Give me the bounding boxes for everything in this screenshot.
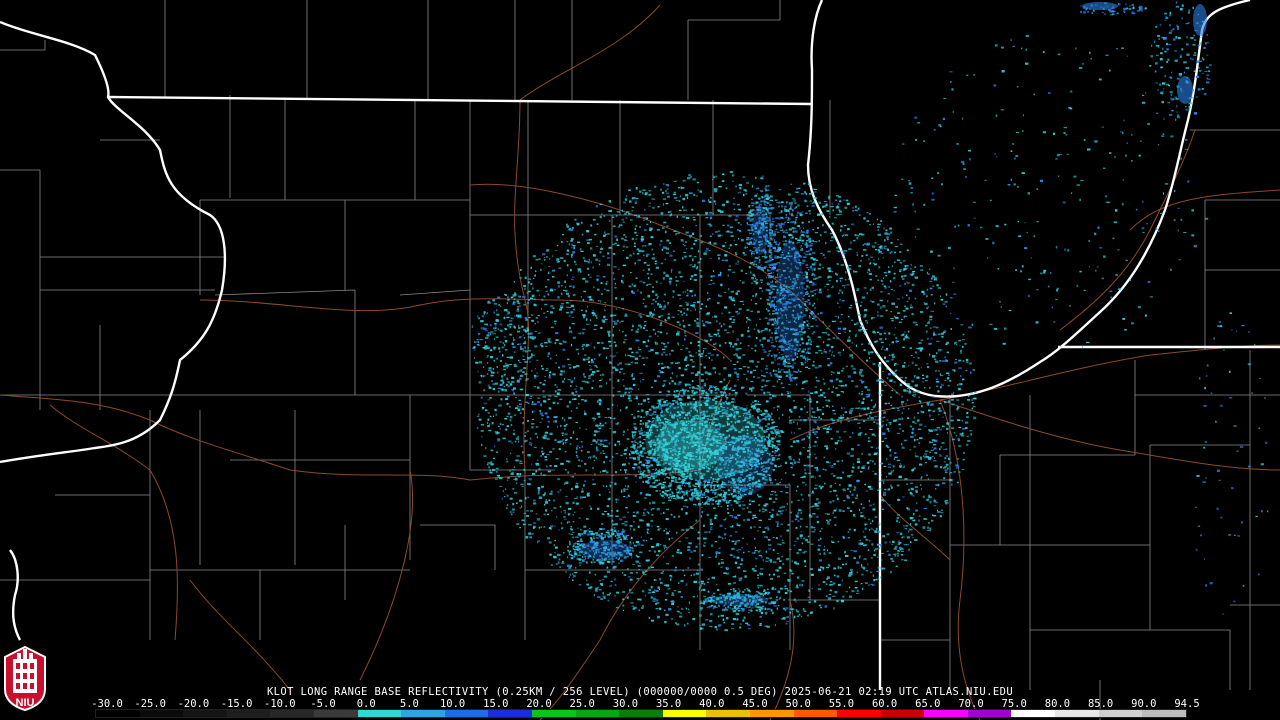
colorbar-segment (880, 710, 925, 717)
colorbar-segment (444, 710, 489, 717)
radar-site-marker (735, 393, 749, 407)
colorbar-segment (357, 710, 402, 717)
colorbar-segment (1142, 710, 1186, 717)
colorbar-segment (749, 710, 794, 717)
colorbar-segment (531, 710, 576, 717)
colorbar-segment (226, 710, 271, 717)
colorbar-segment (96, 710, 140, 717)
colorbar-segment (313, 710, 358, 717)
colorbar-segment (619, 710, 663, 717)
colorbar-segment (837, 710, 881, 717)
colorbar-segment (488, 710, 532, 717)
colorbar-segment (662, 710, 707, 717)
colorbar-segment (924, 710, 968, 717)
colorbar-segment (401, 710, 445, 717)
colorbar-segment (1055, 710, 1099, 717)
colorbar (95, 709, 1187, 718)
product-caption: KLOT LONG RANGE BASE REFLECTIVITY (0.25K… (266, 686, 1014, 698)
colorbar-segment (575, 710, 620, 717)
colorbar-segment (1011, 710, 1056, 717)
colorbar-segment (270, 710, 314, 717)
colorbar-segment (706, 710, 750, 717)
colorbar-segment (793, 710, 838, 717)
colorbar-segment (183, 710, 227, 717)
radar-map (0, 0, 1280, 720)
colorbar-segment (139, 710, 184, 717)
colorbar-tick-labels: -30.0 -25.0 -20.0 -15.0 -10.0 -5.0 0.0 5.0 10.0 1… (91, 698, 1199, 710)
colorbar-segment (967, 710, 1012, 717)
niu-logo-text: NIU (15, 697, 35, 709)
colorbar-segment (1098, 710, 1143, 717)
